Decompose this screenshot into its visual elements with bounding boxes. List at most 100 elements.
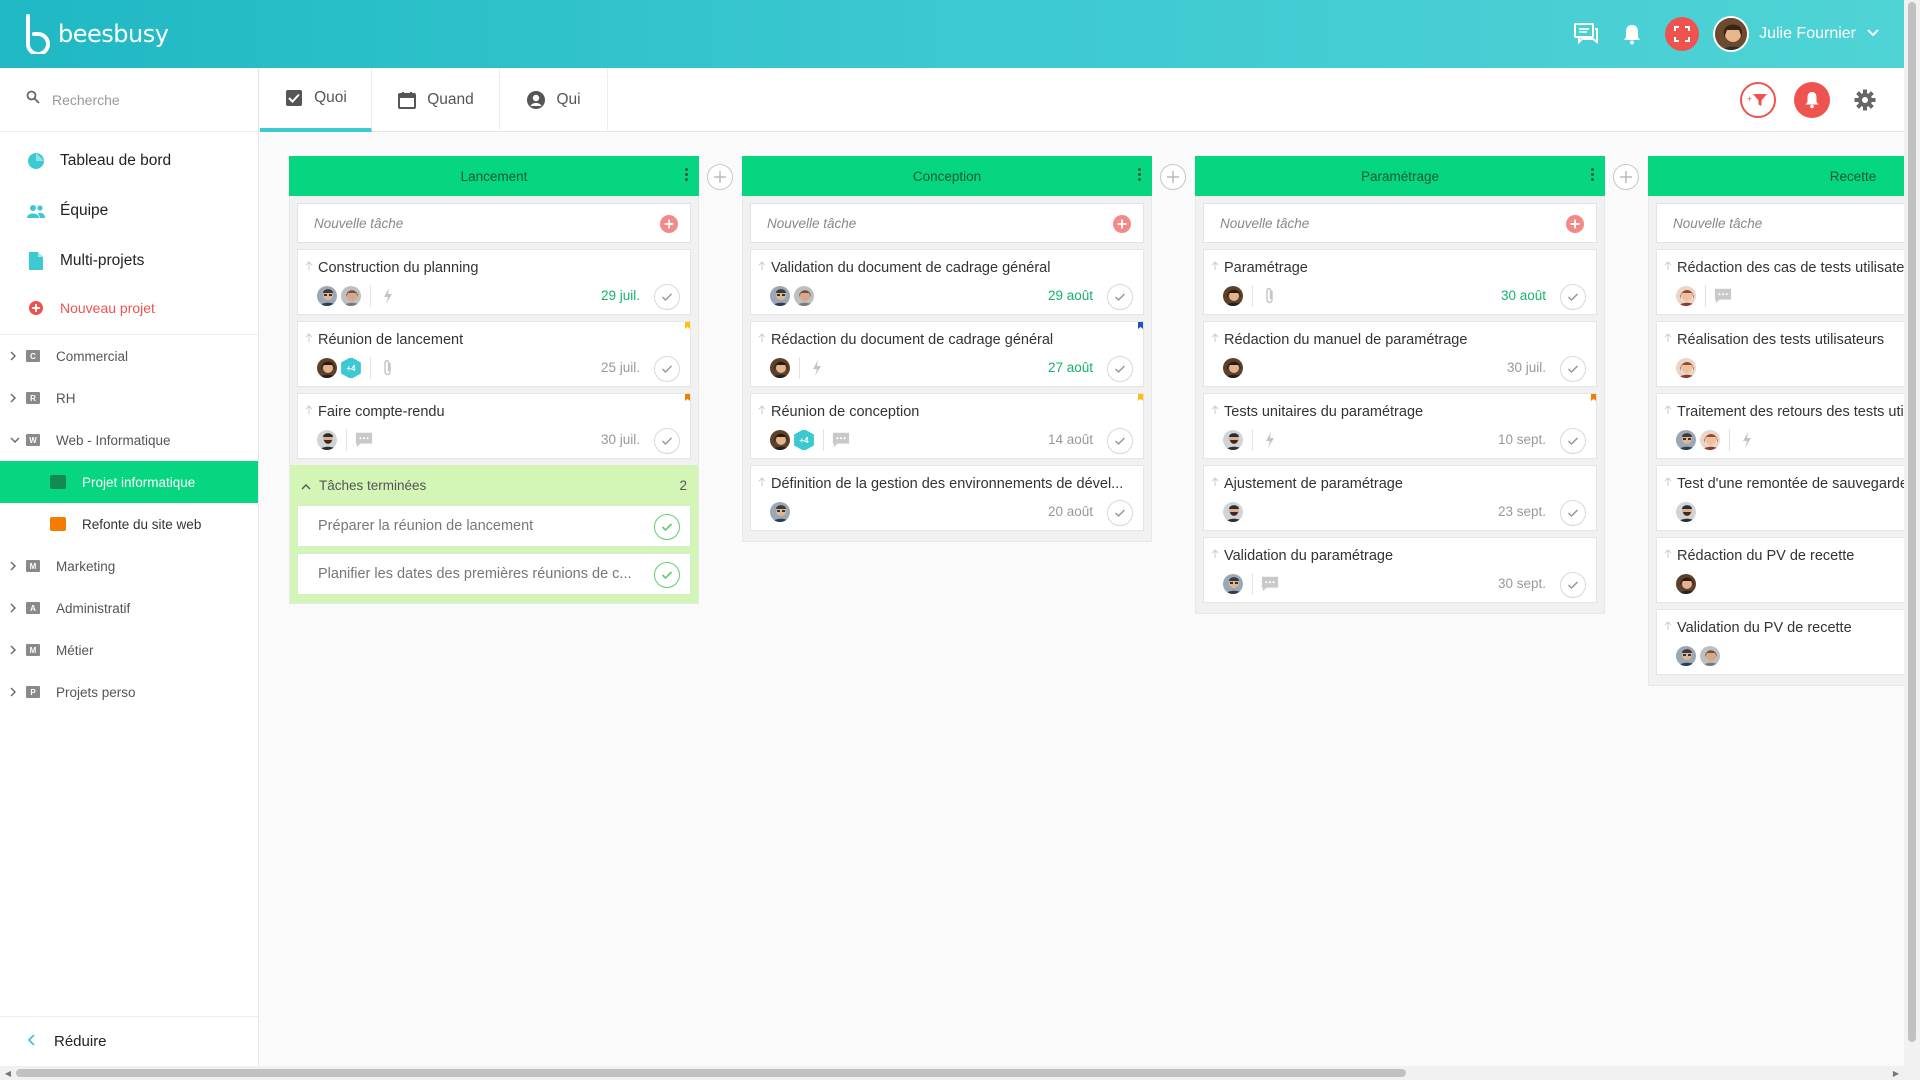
add-filter-button[interactable]: + bbox=[1740, 82, 1776, 118]
task-card[interactable]: Rédaction du document de cadrage général… bbox=[750, 321, 1144, 387]
assignee-avatar[interactable] bbox=[1222, 429, 1244, 451]
assignee-avatar[interactable] bbox=[1675, 357, 1697, 379]
column-menu-icon[interactable] bbox=[1138, 168, 1142, 183]
completed-check-icon[interactable] bbox=[654, 514, 680, 540]
task-card[interactable]: Construction du planning 29 juil. bbox=[297, 249, 691, 315]
reminders-button[interactable] bbox=[1794, 82, 1830, 118]
assignee-avatar[interactable] bbox=[1675, 285, 1697, 307]
new-task-input[interactable]: Nouvelle tâche bbox=[1203, 203, 1597, 243]
completed-task-card[interactable]: Préparer la réunion de lancement bbox=[297, 505, 691, 547]
task-card[interactable]: Définition de la gestion des environneme… bbox=[750, 465, 1144, 531]
new-task-input[interactable]: Nouvelle tâche bbox=[750, 203, 1144, 243]
new-task-input[interactable]: Nouvelle tâche bbox=[297, 203, 691, 243]
more-assignees-badge[interactable]: +4 bbox=[794, 429, 814, 451]
vertical-scrollbar-thumb[interactable] bbox=[1908, 2, 1916, 1042]
add-task-plus-icon[interactable] bbox=[660, 215, 678, 233]
add-task-plus-icon[interactable] bbox=[1566, 215, 1584, 233]
assignee-avatar[interactable] bbox=[316, 429, 338, 451]
complete-task-check-icon[interactable] bbox=[1560, 284, 1586, 310]
nav-multi-projects[interactable]: Multi-projets bbox=[0, 236, 258, 286]
add-task-plus-icon[interactable] bbox=[1113, 215, 1131, 233]
tab-quoi[interactable]: Quoi bbox=[260, 68, 372, 132]
category-metier[interactable]: M Métier bbox=[0, 629, 258, 671]
nav-team[interactable]: Équipe bbox=[0, 186, 258, 236]
complete-task-check-icon[interactable] bbox=[1107, 356, 1133, 382]
task-card[interactable]: Ajustement de paramétrage 23 sept. bbox=[1203, 465, 1597, 531]
add-column-button[interactable] bbox=[707, 164, 733, 190]
tab-qui[interactable]: Qui bbox=[500, 68, 608, 132]
task-card[interactable]: Rédaction des cas de tests utilisateurs bbox=[1656, 249, 1904, 315]
category-web-informatique[interactable]: W Web - Informatique bbox=[0, 419, 258, 461]
column-menu-icon[interactable] bbox=[1591, 168, 1595, 183]
category-marketing[interactable]: M Marketing bbox=[0, 545, 258, 587]
task-card[interactable]: Validation du paramétrage 30 sept. bbox=[1203, 537, 1597, 603]
settings-gear-icon[interactable] bbox=[1850, 85, 1880, 115]
task-card[interactable]: Réunion de lancement +4 25 juil. bbox=[297, 321, 691, 387]
user-name[interactable]: Julie Fournier bbox=[1759, 25, 1856, 43]
complete-task-check-icon[interactable] bbox=[1560, 428, 1586, 454]
task-card[interactable]: Rédaction du PV de recette bbox=[1656, 537, 1904, 603]
assignee-avatar[interactable] bbox=[1222, 285, 1244, 307]
assignee-avatar[interactable] bbox=[1675, 501, 1697, 523]
column-header[interactable]: Paramétrage bbox=[1195, 156, 1605, 196]
task-card[interactable]: Traitement des retours des tests utilisa… bbox=[1656, 393, 1904, 459]
task-card[interactable]: Validation du PV de recette bbox=[1656, 609, 1904, 675]
assignee-avatar[interactable] bbox=[340, 285, 362, 307]
category-administratif[interactable]: A Administratif bbox=[0, 587, 258, 629]
task-card[interactable]: Validation du document de cadrage généra… bbox=[750, 249, 1144, 315]
complete-task-check-icon[interactable] bbox=[1560, 572, 1586, 598]
complete-task-check-icon[interactable] bbox=[1107, 428, 1133, 454]
column-header[interactable]: Lancement bbox=[289, 156, 699, 196]
assignee-avatar[interactable] bbox=[1675, 429, 1697, 451]
task-card[interactable]: Test d'une remontée de sauvegarde bbox=[1656, 465, 1904, 531]
complete-task-check-icon[interactable] bbox=[654, 428, 680, 454]
task-card[interactable]: Tests unitaires du paramétrage 10 sept. bbox=[1203, 393, 1597, 459]
task-card[interactable]: Réunion de conception +4 14 août bbox=[750, 393, 1144, 459]
add-column-button[interactable] bbox=[1613, 164, 1639, 190]
fullscreen-button[interactable] bbox=[1665, 17, 1700, 51]
task-card[interactable]: Faire compte-rendu 30 juil. bbox=[297, 393, 691, 459]
completed-task-card[interactable]: Planifier les dates des premières réunio… bbox=[297, 553, 691, 595]
add-column-button[interactable] bbox=[1160, 164, 1186, 190]
chevron-down-icon[interactable] bbox=[1866, 25, 1880, 43]
task-card[interactable]: Paramétrage 30 août bbox=[1203, 249, 1597, 315]
complete-task-check-icon[interactable] bbox=[1107, 500, 1133, 526]
search-input[interactable] bbox=[52, 91, 242, 108]
complete-task-check-icon[interactable] bbox=[654, 356, 680, 382]
tab-quand[interactable]: Quand bbox=[372, 68, 500, 132]
notification-bell-icon[interactable] bbox=[1617, 19, 1647, 49]
assignee-avatar[interactable] bbox=[769, 501, 791, 523]
assignee-avatar[interactable] bbox=[1222, 573, 1244, 595]
complete-task-check-icon[interactable] bbox=[1560, 356, 1586, 382]
completed-check-icon[interactable] bbox=[654, 562, 680, 588]
assignee-avatar[interactable] bbox=[1699, 645, 1721, 667]
column-header[interactable]: Recette bbox=[1648, 156, 1904, 196]
category-rh[interactable]: R RH bbox=[0, 377, 258, 419]
user-avatar[interactable] bbox=[1713, 16, 1750, 52]
assignee-avatar[interactable] bbox=[1675, 573, 1697, 595]
assignee-avatar[interactable] bbox=[316, 357, 338, 379]
new-task-input[interactable]: Nouvelle tâche bbox=[1656, 203, 1904, 243]
nav-dashboard[interactable]: Tableau de bord bbox=[0, 136, 258, 186]
column-header[interactable]: Conception bbox=[742, 156, 1152, 196]
assignee-avatar[interactable] bbox=[793, 285, 815, 307]
column-menu-icon[interactable] bbox=[685, 168, 689, 183]
assignee-avatar[interactable] bbox=[1699, 429, 1721, 451]
assignee-avatar[interactable] bbox=[1222, 501, 1244, 523]
more-assignees-badge[interactable]: +4 bbox=[341, 357, 361, 379]
reduce-sidebar-button[interactable]: Réduire bbox=[0, 1016, 258, 1066]
assignee-avatar[interactable] bbox=[769, 285, 791, 307]
complete-task-check-icon[interactable] bbox=[1107, 284, 1133, 310]
scroll-left-arrow-icon[interactable]: ◀ bbox=[2, 1067, 14, 1079]
horizontal-scrollbar[interactable]: ◀ ▶ bbox=[0, 1066, 1920, 1080]
beesbusy-logo[interactable]: beesbusy bbox=[24, 14, 169, 56]
task-card[interactable]: Réalisation des tests utilisateurs bbox=[1656, 321, 1904, 387]
assignee-avatar[interactable] bbox=[1675, 645, 1697, 667]
task-card[interactable]: Rédaction du manuel de paramétrage 30 jui… bbox=[1203, 321, 1597, 387]
vertical-scrollbar[interactable] bbox=[1904, 0, 1920, 1066]
project-projet-informatique[interactable]: Projet informatique bbox=[0, 461, 258, 503]
project-refonte-site-web[interactable]: Refonte du site web bbox=[0, 503, 258, 545]
scroll-right-arrow-icon[interactable]: ▶ bbox=[1890, 1067, 1902, 1079]
assignee-avatar[interactable] bbox=[1222, 357, 1244, 379]
horizontal-scrollbar-thumb[interactable] bbox=[16, 1069, 1406, 1077]
